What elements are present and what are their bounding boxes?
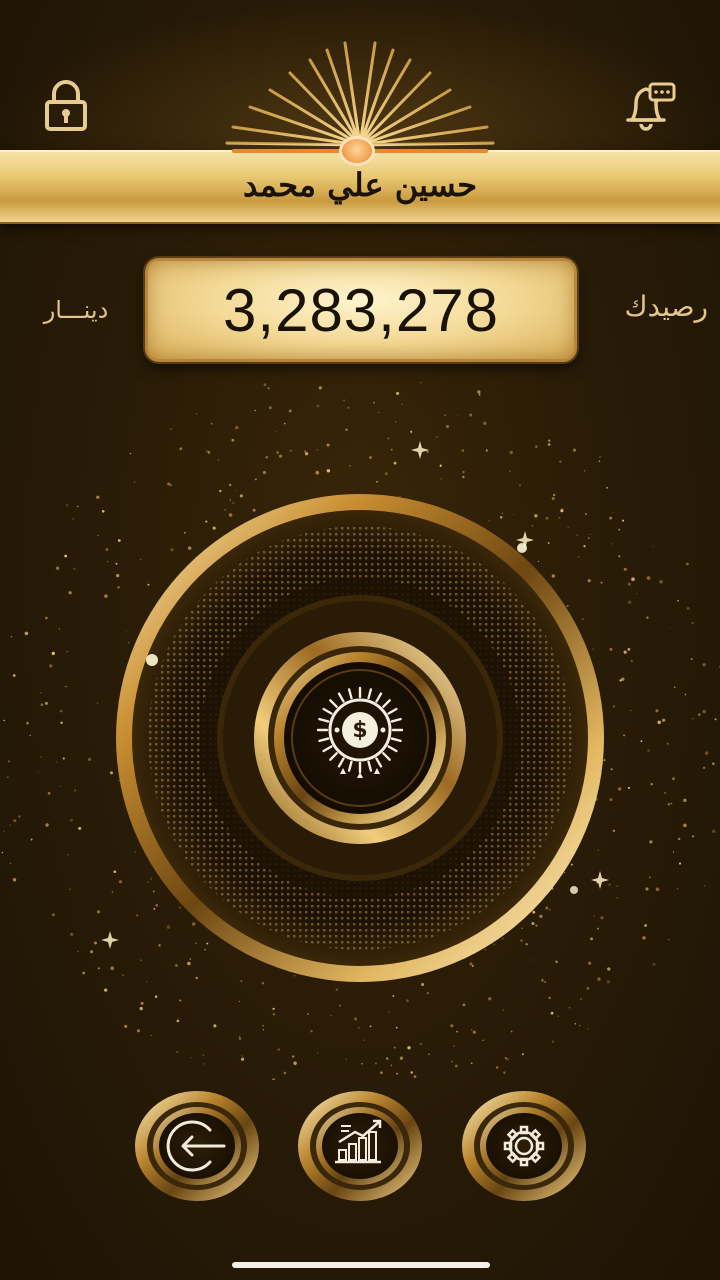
banner-accent-dot — [339, 136, 375, 166]
home-indicator — [232, 1262, 490, 1268]
balance-value: 3,283,278 — [223, 276, 499, 344]
sun-rays-decoration — [225, 38, 495, 147]
lock-icon — [45, 80, 87, 131]
settings-button[interactable] — [461, 1090, 587, 1202]
logout-button[interactable] — [134, 1090, 260, 1202]
currency-label: دينـــار — [43, 296, 109, 324]
balance-label: رصيدك — [624, 290, 708, 323]
user-name: حسين علي محمد — [242, 166, 478, 204]
lock-button[interactable] — [38, 78, 94, 134]
main-coin-button[interactable]: $ — [112, 490, 608, 986]
balance-box: 3,283,278 — [145, 258, 577, 362]
svg-text:$: $ — [352, 718, 367, 743]
notifications-button[interactable] — [622, 78, 678, 134]
bell-chat-icon — [626, 82, 676, 131]
stats-button[interactable] — [297, 1090, 423, 1202]
